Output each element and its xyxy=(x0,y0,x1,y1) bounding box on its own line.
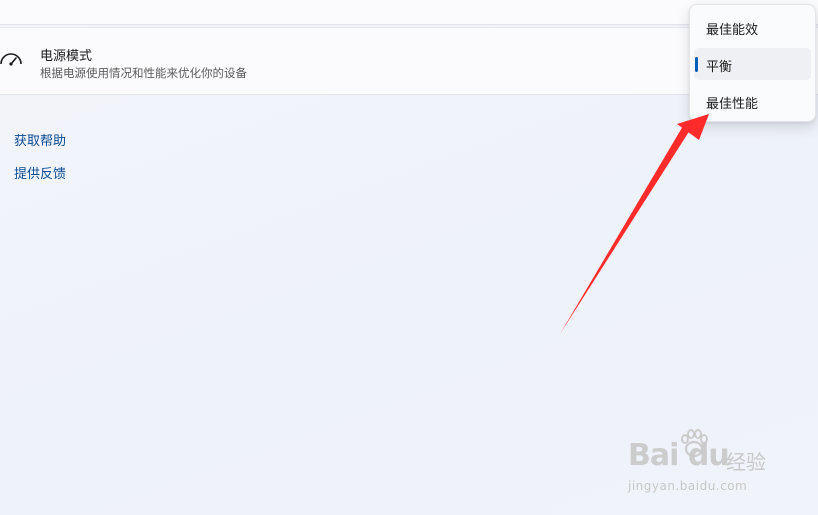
option-label: 最佳能效 xyxy=(706,23,759,38)
option-best-power-efficiency[interactable]: 最佳能效 xyxy=(694,11,811,43)
watermark-cn: 经验 xyxy=(726,450,766,474)
watermark-brand: Bai du xyxy=(628,438,730,473)
baidu-jingyan-watermark: Bai du 经验 jingyan.baidu.com xyxy=(626,428,776,498)
option-best-performance[interactable]: 最佳性能 xyxy=(694,85,811,117)
option-label: 平衡 xyxy=(706,60,733,75)
selected-indicator xyxy=(695,57,698,72)
power-mode-title: 电源模式 xyxy=(40,49,93,64)
watermark-url: jingyan.baidu.com xyxy=(628,479,748,493)
give-feedback-link[interactable]: 提供反馈 xyxy=(14,163,66,182)
get-help-link[interactable]: 获取帮助 xyxy=(14,130,66,149)
speedometer-icon xyxy=(0,53,22,66)
power-mode-dropdown-menu: 最佳能效 平衡 最佳性能 xyxy=(689,4,816,122)
power-mode-description: 根据电源使用情况和性能来优化你的设备 xyxy=(40,66,247,80)
option-balanced[interactable]: 平衡 xyxy=(694,48,811,80)
option-label: 最佳性能 xyxy=(706,97,759,112)
